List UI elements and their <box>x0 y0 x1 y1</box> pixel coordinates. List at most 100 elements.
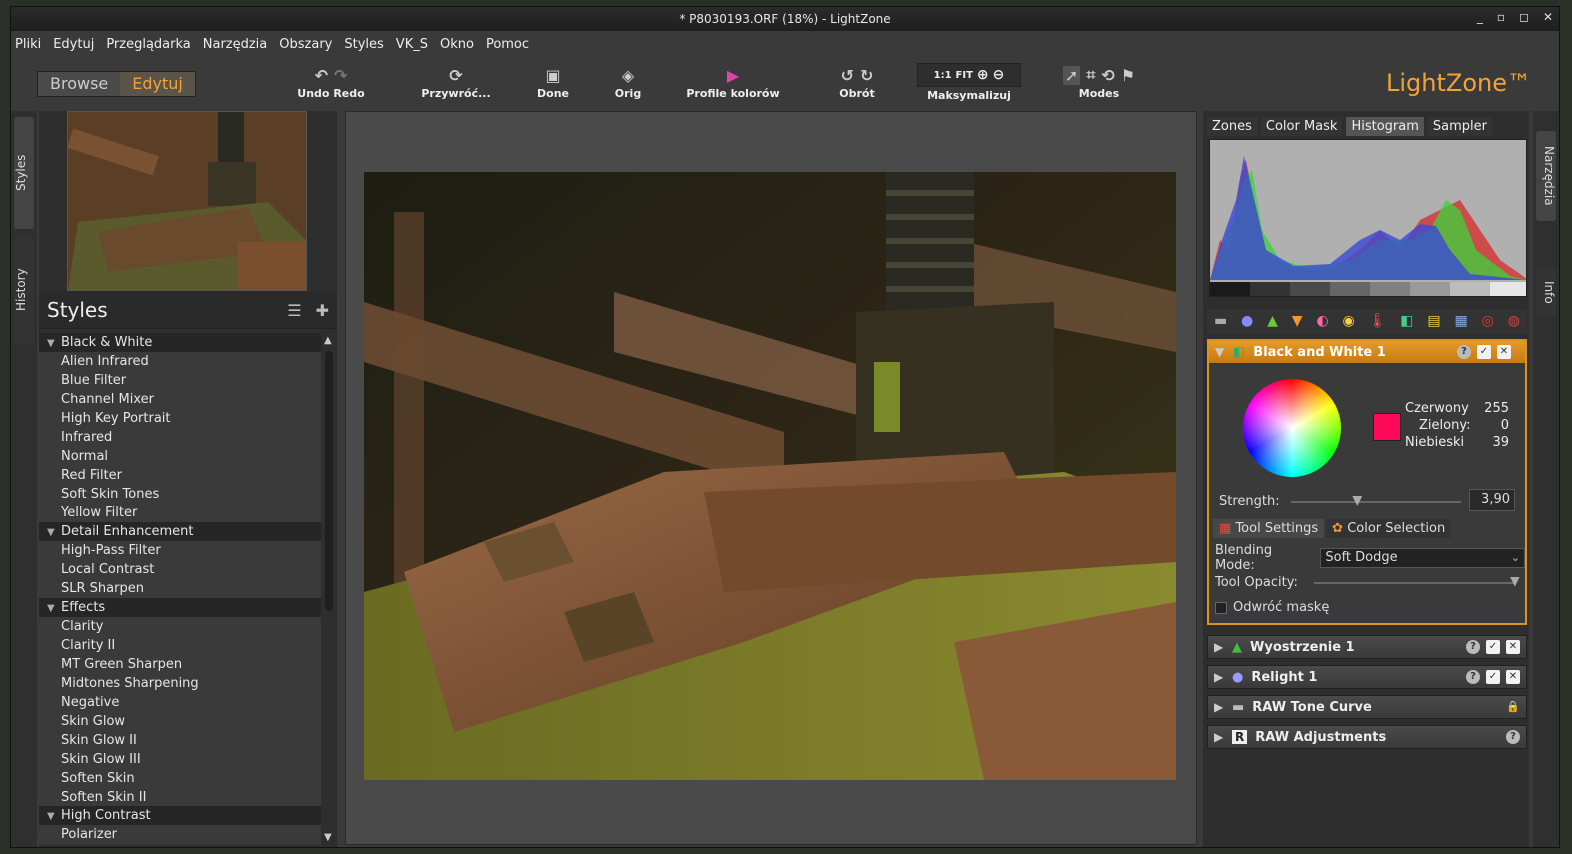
style-item[interactable]: Midtones Sharpening <box>39 674 321 693</box>
zoom-1-1-button[interactable]: 1:1 <box>934 70 952 81</box>
edit-mode-button[interactable]: Edytuj <box>120 72 195 96</box>
strength-input[interactable]: 3,90 <box>1469 489 1515 511</box>
tool-opacity-slider[interactable] <box>1313 576 1520 587</box>
enable-checkbox[interactable]: ✓ <box>1486 670 1500 684</box>
tool-row-raw-adjustments[interactable]: ▶ R RAW Adjustments ? <box>1207 725 1527 749</box>
color-wheel-icon[interactable]: ◉ <box>1343 313 1355 329</box>
tab-zones[interactable]: Zones <box>1207 117 1257 136</box>
pointer-icon[interactable]: ➚ <box>1062 65 1081 85</box>
style-item[interactable]: High Key Portrait <box>39 409 321 428</box>
image-canvas[interactable] <box>345 111 1197 845</box>
red-eye-icon[interactable]: ◍ <box>1508 313 1520 329</box>
styles-scrollbar[interactable]: ▲ ▼ <box>321 333 337 845</box>
zoom-in-icon[interactable]: ⊕ <box>977 67 989 83</box>
style-item[interactable]: Yellow Filter <box>39 503 321 522</box>
undo-icon[interactable]: ↶ <box>315 66 328 85</box>
zoom-fit-button[interactable]: FIT <box>956 70 973 81</box>
menu-narzedzia[interactable]: Narzędzia <box>203 37 268 52</box>
remove-tool-icon[interactable]: ✕ <box>1506 670 1520 684</box>
style-item[interactable]: Channel Mixer <box>39 390 321 409</box>
tab-history[interactable]: History <box>14 235 34 345</box>
tool-row-sharpen[interactable]: ▶ ▲ Wyostrzenie 1 ? ✓ ✕ <box>1207 635 1527 659</box>
region-icon[interactable]: ⚑ <box>1121 66 1135 85</box>
redo-icon[interactable]: ↷ <box>334 66 347 85</box>
crop-icon[interactable]: ⌗ <box>1086 65 1095 85</box>
style-item[interactable]: Skin Glow III <box>39 750 321 769</box>
menu-obszary[interactable]: Obszary <box>279 37 332 52</box>
chevron-down-icon[interactable]: ▼ <box>47 334 61 353</box>
temperature-icon[interactable]: 🌡 <box>1369 313 1387 329</box>
strength-slider[interactable] <box>1291 496 1461 506</box>
menu-edytuj[interactable]: Edytuj <box>53 37 94 52</box>
style-item[interactable]: Soft Skin Tones <box>39 485 321 504</box>
tab-info[interactable]: Info <box>1536 269 1556 315</box>
relight-icon[interactable]: ● <box>1241 313 1253 329</box>
close-button[interactable]: ✕ <box>1543 10 1553 24</box>
menu-pomoc[interactable]: Pomoc <box>486 37 529 52</box>
minimize-button[interactable]: _ <box>1477 10 1483 24</box>
invert-mask-checkbox[interactable] <box>1215 601 1227 614</box>
style-item[interactable]: Blue Filter <box>39 371 321 390</box>
rotate-right-icon[interactable]: ↻ <box>860 66 873 85</box>
style-item[interactable]: High-Pass Filter <box>39 541 321 560</box>
expand-icon[interactable]: ▶ <box>1214 640 1232 654</box>
menu-okno[interactable]: Okno <box>440 37 474 52</box>
style-item[interactable]: SLR Sharpen <box>39 579 321 598</box>
expand-icon[interactable]: ▶ <box>1214 730 1232 744</box>
style-item[interactable]: Skin Glow <box>39 712 321 731</box>
style-item[interactable]: MT Green Sharpen <box>39 655 321 674</box>
noise-icon[interactable]: ▤ <box>1427 313 1440 329</box>
style-group[interactable]: ▼ Black & White <box>39 333 321 352</box>
bw-tool-header[interactable]: ▼ ◧ Black and White 1 ? ✓ ✕ <box>1209 341 1525 363</box>
blending-mode-select[interactable]: Soft Dodge ⌄ <box>1320 547 1525 568</box>
browse-mode-button[interactable]: Browse <box>38 72 121 96</box>
style-item[interactable]: Soften Skin <box>39 769 321 788</box>
tab-histogram[interactable]: Histogram <box>1346 117 1424 136</box>
menu-pliki[interactable]: Pliki <box>15 37 41 52</box>
remove-tool-icon[interactable]: ✕ <box>1497 345 1511 359</box>
grid-icon[interactable]: ▦ <box>1455 313 1468 329</box>
blur-icon[interactable]: ▼ <box>1292 313 1303 329</box>
style-item[interactable]: Negative <box>39 693 321 712</box>
target-icon[interactable]: ◎ <box>1482 313 1494 329</box>
tool-row-raw-tone-curve[interactable]: ▶ ▬ RAW Tone Curve 🔒 <box>1207 695 1527 719</box>
style-group[interactable]: ▼ High Contrast <box>39 806 321 826</box>
style-item[interactable]: Soften Skin II <box>39 788 321 807</box>
style-item[interactable]: Normal <box>39 447 321 466</box>
help-icon[interactable]: ? <box>1466 670 1480 684</box>
style-item[interactable]: Skin Glow II <box>39 731 321 750</box>
rotate-left-icon[interactable]: ↺ <box>841 66 854 85</box>
expand-icon[interactable]: ▶ <box>1214 670 1232 684</box>
style-item[interactable]: Local Contrast <box>39 560 321 579</box>
hue-icon[interactable]: ◐ <box>1316 313 1328 329</box>
tab-styles[interactable]: Styles <box>14 117 34 229</box>
tab-sampler[interactable]: Sampler <box>1427 117 1492 136</box>
chevron-down-icon[interactable]: ▼ <box>47 523 61 542</box>
help-icon[interactable]: ? <box>1457 345 1471 359</box>
menu-przegladarka[interactable]: Przeglądarka <box>106 37 190 52</box>
style-group[interactable]: ▼ Detail Enhancement <box>39 522 321 542</box>
sharpen-icon[interactable]: ▲ <box>1267 313 1278 329</box>
menu-styles[interactable]: Styles <box>344 37 383 52</box>
chevron-down-icon[interactable]: ▼ <box>47 807 61 826</box>
tab-tool-settings[interactable]: ▦ Tool Settings <box>1213 519 1325 538</box>
bw-filter-icon[interactable]: ◧ <box>1400 313 1413 329</box>
style-item[interactable]: Infrared <box>39 428 321 447</box>
style-group[interactable]: ▼ Effects <box>39 598 321 618</box>
chevron-down-icon[interactable]: ▼ <box>47 599 61 618</box>
tab-color-selection[interactable]: ✿ Color Selection <box>1326 519 1452 538</box>
color-profiles-button[interactable]: ▶ Profile kolorów <box>677 63 789 101</box>
add-style-icon[interactable]: ✚ <box>316 301 329 320</box>
list-view-icon[interactable]: ☰ <box>287 301 301 320</box>
strength-slider-knob[interactable] <box>1352 496 1363 506</box>
scroll-up-icon[interactable]: ▲ <box>324 335 332 346</box>
zoom-out-icon[interactable]: ⊖ <box>993 67 1005 83</box>
rotate-tool-icon[interactable]: ⟲ <box>1101 66 1114 85</box>
expand-icon[interactable]: ▶ <box>1214 700 1232 714</box>
tone-curve-icon[interactable]: ▬ <box>1214 313 1227 329</box>
tab-tools[interactable]: Narzędzia <box>1536 131 1556 221</box>
style-item[interactable]: Alien Infrared <box>39 352 321 371</box>
color-wheel[interactable] <box>1243 379 1341 477</box>
help-icon[interactable]: ? <box>1506 730 1520 744</box>
scroll-down-icon[interactable]: ▼ <box>324 832 332 843</box>
